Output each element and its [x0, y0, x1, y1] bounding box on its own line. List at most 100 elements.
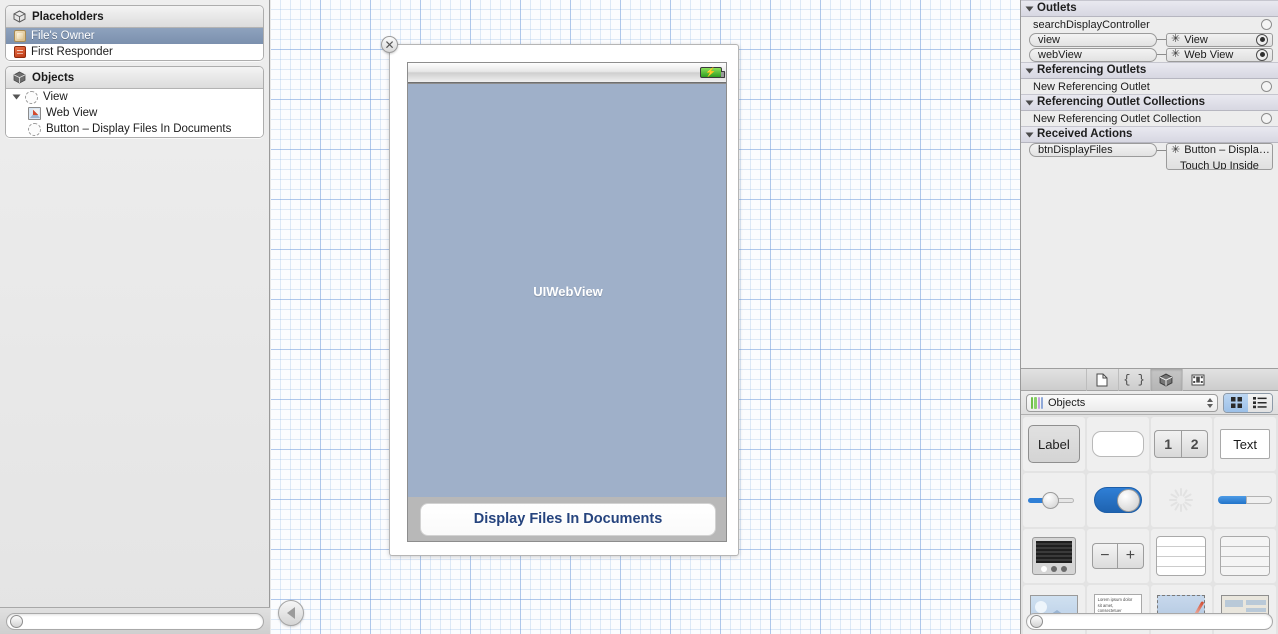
- outline-item-web-view[interactable]: Web View: [6, 105, 263, 121]
- design-canvas[interactable]: ✕ ⚡ UIWebView Display Files In Documents: [271, 0, 1020, 634]
- label-object-preview: Label: [1027, 425, 1080, 463]
- asterisk-icon: ✳: [1171, 48, 1181, 60]
- chevron-down-icon[interactable]: [1025, 132, 1034, 137]
- section-header-received-actions[interactable]: Received Actions: [1021, 126, 1278, 143]
- connection-row-webview[interactable]: webView ✳ Web View: [1021, 47, 1278, 62]
- connection-well-filled-icon[interactable]: [1256, 33, 1268, 46]
- back-arrow-glyph: [287, 607, 295, 619]
- device-screen[interactable]: ⚡ UIWebView Display Files In Documents: [407, 62, 727, 542]
- chevron-down-icon[interactable]: [12, 94, 21, 100]
- connection-source-pill[interactable]: webView: [1029, 47, 1157, 62]
- object-library-icon[interactable]: [1149, 368, 1182, 391]
- connection-row-view[interactable]: view ✳ View: [1021, 32, 1278, 47]
- outline-item-view[interactable]: View: [6, 89, 263, 105]
- outline-item-label: First Responder: [31, 46, 113, 58]
- connection-target-label: Web View: [1184, 48, 1234, 61]
- library-item-switch[interactable]: [1086, 473, 1149, 527]
- section-header-referencing-outlet-collections[interactable]: Referencing Outlet Collections: [1021, 94, 1278, 111]
- connection-well-filled-icon[interactable]: [1256, 48, 1268, 61]
- connection-well-empty-icon[interactable]: [1261, 113, 1272, 124]
- connection-row-new-referencing-outlet[interactable]: New Referencing Outlet: [1021, 79, 1278, 94]
- library-category-select[interactable]: Objects: [1026, 393, 1218, 412]
- outline-item-button[interactable]: Button – Display Files In Documents: [6, 121, 263, 137]
- connection-source-pill[interactable]: btnDisplayFiles: [1029, 143, 1157, 157]
- table-view-grouped-preview: [1220, 536, 1271, 576]
- library-item-text-field[interactable]: Text: [1214, 417, 1276, 471]
- picker-view-preview: [1031, 537, 1076, 575]
- objects-header: Objects: [6, 67, 263, 89]
- switch-preview: [1093, 487, 1142, 513]
- outline-item-label: View: [43, 91, 68, 103]
- connection-target-box[interactable]: ✳ View: [1166, 32, 1273, 47]
- view-controller-canvas-frame[interactable]: ✕ ⚡ UIWebView Display Files In Documents: [381, 36, 739, 556]
- media-library-icon[interactable]: [1181, 368, 1214, 391]
- web-view-icon: [28, 106, 41, 120]
- web-view-canvas-object[interactable]: UIWebView: [408, 83, 726, 499]
- outline-item-files-owner[interactable]: File's Owner: [6, 28, 263, 44]
- objects-title: Objects: [32, 71, 75, 84]
- section-header-referencing-outlets[interactable]: Referencing Outlets: [1021, 62, 1278, 79]
- section-header-outlets[interactable]: Outlets: [1021, 0, 1278, 17]
- library-item-table-view-grouped[interactable]: [1214, 529, 1276, 583]
- library-category-label: Objects: [1048, 396, 1086, 409]
- library-item-segmented-control[interactable]: 1 2: [1150, 417, 1213, 471]
- section-title: Received Actions: [1037, 128, 1133, 140]
- cube-outline-icon: [13, 10, 26, 23]
- outline-item-label: Web View: [46, 107, 98, 119]
- placeholders-panel: Placeholders File's Owner First Responde…: [5, 5, 264, 61]
- connection-target-primary: ✳ Button – Displa…: [1167, 144, 1272, 156]
- connection-well-empty-icon[interactable]: [1261, 81, 1272, 92]
- library-item-table-view-plain[interactable]: [1150, 529, 1213, 583]
- connection-row-new-referencing-outlet-collection[interactable]: New Referencing Outlet Collection: [1021, 111, 1278, 126]
- connection-target-label: Button – Displa…: [1184, 144, 1270, 156]
- library-item-picker-view[interactable]: [1023, 529, 1085, 583]
- connection-label: New Referencing Outlet: [1033, 80, 1150, 93]
- file-template-library-icon[interactable]: [1085, 368, 1118, 391]
- objects-tree: View Web View Button – Display Files In …: [6, 89, 263, 137]
- chevron-down-icon[interactable]: [1025, 68, 1034, 73]
- section-title: Referencing Outlets: [1037, 64, 1147, 76]
- placeholders-title: Placeholders: [32, 10, 104, 23]
- code-snippet-library-icon[interactable]: { }: [1117, 368, 1150, 391]
- connection-row-btndisplayfiles[interactable]: btnDisplayFiles ✳ Button – Displa… Touch…: [1021, 143, 1278, 170]
- objects-panel: Objects View Web View Button – Display F…: [5, 66, 264, 138]
- web-view-placeholder-label: UIWebView: [533, 284, 603, 299]
- library-item-label[interactable]: Label: [1023, 417, 1085, 471]
- chevron-down-icon[interactable]: [1025, 100, 1034, 105]
- connection-wire: [1157, 150, 1166, 151]
- connection-target-box[interactable]: ✳ Web View: [1166, 47, 1273, 62]
- table-view-plain-preview: [1156, 536, 1207, 576]
- connection-row-searchdisplaycontroller[interactable]: searchDisplayController: [1021, 17, 1278, 32]
- xcode-interface-builder-window: Placeholders File's Owner First Responde…: [0, 0, 1278, 634]
- cube-solid-icon: [13, 71, 26, 84]
- library-object-grid[interactable]: Label 1 2 Text − + Lorem ipsum dolor sit…: [1021, 415, 1278, 634]
- display-files-button[interactable]: Display Files In Documents: [420, 502, 716, 536]
- filter-scope-icon[interactable]: [10, 614, 23, 628]
- connection-well-empty-icon[interactable]: [1261, 19, 1272, 30]
- outline-item-first-responder[interactable]: First Responder: [6, 44, 263, 60]
- library-item-activity-indicator[interactable]: [1150, 473, 1213, 527]
- placeholders-list: File's Owner First Responder: [6, 28, 263, 60]
- chevron-down-icon[interactable]: [1025, 6, 1034, 11]
- library-item-round-rect-button[interactable]: [1086, 417, 1149, 471]
- connection-target-label: View: [1184, 33, 1208, 46]
- grid-view-toggle[interactable]: [1224, 393, 1248, 412]
- back-arrow-icon[interactable]: [278, 600, 304, 626]
- segment-two-label: 2: [1180, 430, 1209, 458]
- round-rect-button-preview: [1091, 431, 1144, 457]
- connection-source-pill[interactable]: view: [1029, 32, 1157, 47]
- list-view-toggle[interactable]: [1248, 393, 1272, 412]
- connection-event-label: Touch Up Inside: [1180, 160, 1259, 170]
- document-outline-pane: Placeholders File's Owner First Responde…: [0, 0, 270, 634]
- library-item-slider[interactable]: [1023, 473, 1085, 527]
- filter-scope-icon[interactable]: [1030, 615, 1043, 628]
- library-item-stepper[interactable]: − +: [1086, 529, 1149, 583]
- outline-footer-bar: [0, 607, 270, 634]
- segment-one-label: 1: [1154, 430, 1181, 458]
- library-filter-field[interactable]: [1026, 613, 1273, 630]
- library-item-progress-view[interactable]: [1214, 473, 1276, 527]
- close-icon[interactable]: ✕: [381, 36, 398, 53]
- connection-target-box[interactable]: ✳ Button – Displa… Touch Up Inside: [1166, 143, 1273, 170]
- outline-filter-field[interactable]: [6, 612, 264, 630]
- connections-inspector: Outlets searchDisplayController view ✳ V…: [1021, 0, 1278, 368]
